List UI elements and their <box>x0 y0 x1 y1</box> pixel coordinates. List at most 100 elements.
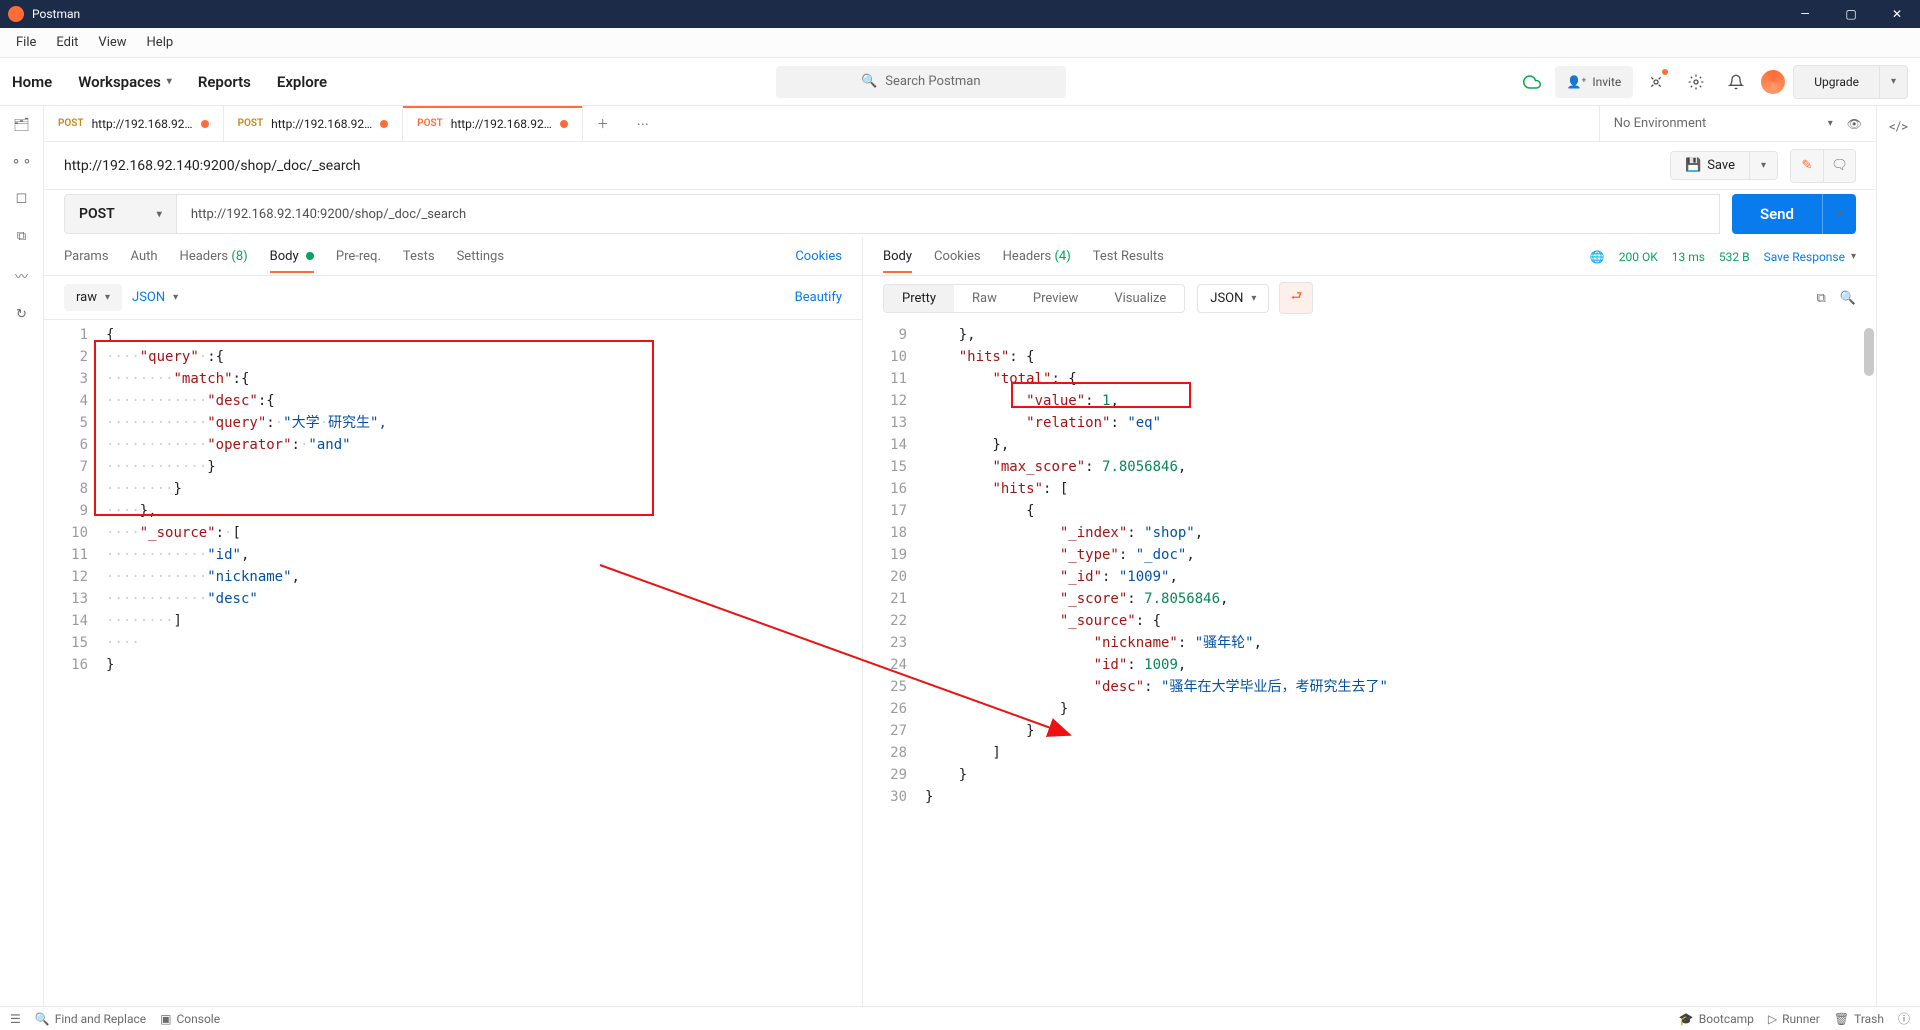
response-view-preview[interactable]: Preview <box>1015 285 1096 312</box>
bootcamp-label: Bootcamp <box>1699 1012 1754 1026</box>
save-button[interactable]: 💾 Save <box>1671 152 1749 179</box>
response-size: 532 B <box>1719 250 1750 264</box>
find-replace-button[interactable]: 🔍 Find and Replace <box>35 1012 146 1026</box>
sidebar-apis-icon[interactable]: ⚬⚬ <box>11 155 33 170</box>
environment-quick-look-icon[interactable]: 👁 <box>1847 117 1862 131</box>
trash-button[interactable]: 🗑 Trash <box>1834 1012 1884 1026</box>
headers-label: Headers <box>1003 249 1052 264</box>
body-type-selector[interactable]: raw ▾ <box>64 284 122 311</box>
bell-icon[interactable] <box>1719 66 1753 98</box>
code-lines: }, "hits": { "total": { "value": 1, "rel… <box>917 320 1876 1006</box>
save-response-label: Save Response <box>1764 250 1845 264</box>
satellite-icon[interactable] <box>1639 66 1673 98</box>
new-tab-button[interactable]: ＋ <box>583 106 623 141</box>
request-tab[interactable]: POST http://192.168.92… <box>403 106 583 141</box>
search-response-icon[interactable]: 🔍 <box>1840 291 1856 306</box>
nav-reports[interactable]: Reports <box>198 73 251 91</box>
sync-icon[interactable] <box>1515 66 1549 98</box>
wrap-toggle-icon[interactable]: ⮐ <box>1279 282 1313 314</box>
menu-file[interactable]: File <box>6 31 46 54</box>
app-icon <box>8 6 24 22</box>
line-gutter: 12345678910111213141516 <box>44 320 98 1006</box>
response-tab-tests[interactable]: Test Results <box>1093 241 1164 272</box>
save-dropdown[interactable]: ▾ <box>1749 152 1777 179</box>
menu-edit[interactable]: Edit <box>46 31 88 54</box>
menu-help[interactable]: Help <box>137 31 184 54</box>
request-body-editor[interactable]: 12345678910111213141516 {····"query"·:{·… <box>44 320 862 1006</box>
environment-selector[interactable]: No Environment <box>1614 116 1814 131</box>
response-view-pretty[interactable]: Pretty <box>884 285 954 312</box>
tab-prerequest[interactable]: Pre-req. <box>336 241 381 272</box>
search-input[interactable]: 🔍 Search Postman <box>776 66 1066 98</box>
nav-home[interactable]: Home <box>12 73 52 91</box>
response-tab-headers[interactable]: Headers (4) <box>1003 241 1071 272</box>
code-snippet-icon[interactable]: </> <box>1877 106 1920 149</box>
response-tab-bar: Body Cookies Headers (4) Test Results 🌐 … <box>863 238 1876 276</box>
chevron-down-icon: ▾ <box>1851 251 1856 262</box>
upgrade-button[interactable]: Upgrade <box>1794 66 1879 98</box>
sidebar-mock-icon[interactable]: ⧉ <box>17 229 26 244</box>
request-title[interactable]: http://192.168.92.140:9200/shop/_doc/_se… <box>64 158 1658 174</box>
request-title-row: http://192.168.92.140:9200/shop/_doc/_se… <box>44 142 1876 190</box>
edit-icon[interactable]: ✎ <box>1791 150 1823 182</box>
sidebar-toggle-icon[interactable]: ☰ <box>10 1012 21 1026</box>
response-tab-body[interactable]: Body <box>883 241 912 272</box>
user-avatar[interactable] <box>1759 68 1787 96</box>
response-lang-selector[interactable]: JSON ▾ <box>1197 284 1269 313</box>
tab-params[interactable]: Params <box>64 241 109 272</box>
sidebar-environments-icon[interactable]: ☐ <box>16 192 28 207</box>
cookies-link[interactable]: Cookies <box>795 249 842 264</box>
tab-settings[interactable]: Settings <box>457 241 504 272</box>
response-view-raw[interactable]: Raw <box>954 285 1015 312</box>
graduation-cap-icon: 🎓 <box>1679 1012 1694 1026</box>
sidebar-collections-icon[interactable]: 🗂 <box>13 118 30 133</box>
play-icon: ▷ <box>1768 1012 1777 1026</box>
body-lang-selector[interactable]: JSON ▾ <box>132 290 178 305</box>
bootcamp-button[interactable]: 🎓 Bootcamp <box>1679 1012 1754 1026</box>
tab-tests[interactable]: Tests <box>403 241 435 272</box>
comment-icon[interactable]: 🗨 <box>1823 150 1855 182</box>
nav-explore[interactable]: Explore <box>277 73 327 91</box>
save-response-button[interactable]: Save Response ▾ <box>1764 250 1856 264</box>
find-label: Find and Replace <box>55 1012 146 1026</box>
copy-icon[interactable]: ⧉ <box>1817 291 1826 306</box>
tab-body[interactable]: Body <box>270 241 314 272</box>
invite-button[interactable]: 👤⁺ Invite <box>1555 66 1634 98</box>
help-icon[interactable]: ⓘ <box>1898 1010 1910 1027</box>
scrollbar-thumb[interactable] <box>1864 328 1874 376</box>
window-minimize-button[interactable]: — <box>1782 0 1828 28</box>
save-label: Save <box>1707 158 1735 173</box>
upgrade-dropdown[interactable]: ▾ <box>1879 66 1907 98</box>
response-view-visualize[interactable]: Visualize <box>1096 285 1184 312</box>
runner-button[interactable]: ▷ Runner <box>1768 1012 1820 1026</box>
sidebar-history-icon[interactable]: ↻ <box>16 307 27 322</box>
tab-authorization[interactable]: Auth <box>131 241 158 272</box>
url-row: POST ▾ http://192.168.92.140:9200/shop/_… <box>44 190 1876 238</box>
nav-workspaces[interactable]: Workspaces ▾ <box>78 73 172 91</box>
tab-overflow-button[interactable]: ⋯ <box>623 106 663 141</box>
sidebar-monitors-icon[interactable]: 〰 <box>15 266 28 285</box>
url-input[interactable]: http://192.168.92.140:9200/shop/_doc/_se… <box>177 194 1720 234</box>
settings-gear-icon[interactable] <box>1679 66 1713 98</box>
method-label: POST <box>58 118 84 129</box>
send-dropdown[interactable]: ▾ <box>1822 194 1856 234</box>
code-lines: {····"query"·:{········"match":{········… <box>98 320 862 1006</box>
response-tab-cookies[interactable]: Cookies <box>934 241 981 272</box>
tab-headers[interactable]: Headers (8) <box>180 241 248 272</box>
send-button[interactable]: Send <box>1732 194 1822 234</box>
main-header: Home Workspaces ▾ Reports Explore 🔍 Sear… <box>0 58 1920 106</box>
window-maximize-button[interactable]: ▢ <box>1828 0 1874 28</box>
request-subtabs: Params Auth Headers (8) Body Pre-req. Te… <box>44 238 862 276</box>
response-time: 13 ms <box>1672 250 1705 264</box>
method-label: POST <box>238 118 264 129</box>
request-tab[interactable]: POST http://192.168.92… <box>44 106 224 141</box>
response-body-viewer[interactable]: 9101112131415161718192021222324252627282… <box>863 320 1876 1006</box>
chevron-down-icon[interactable]: ▾ <box>1828 118 1833 129</box>
console-button[interactable]: ▣ Console <box>160 1012 220 1026</box>
menu-view[interactable]: View <box>88 31 136 54</box>
globe-icon[interactable]: 🌐 <box>1590 250 1605 264</box>
method-selector[interactable]: POST ▾ <box>64 194 177 234</box>
beautify-button[interactable]: Beautify <box>795 290 842 305</box>
request-tab[interactable]: POST http://192.168.92… <box>224 106 404 141</box>
window-close-button[interactable]: ✕ <box>1874 0 1920 28</box>
